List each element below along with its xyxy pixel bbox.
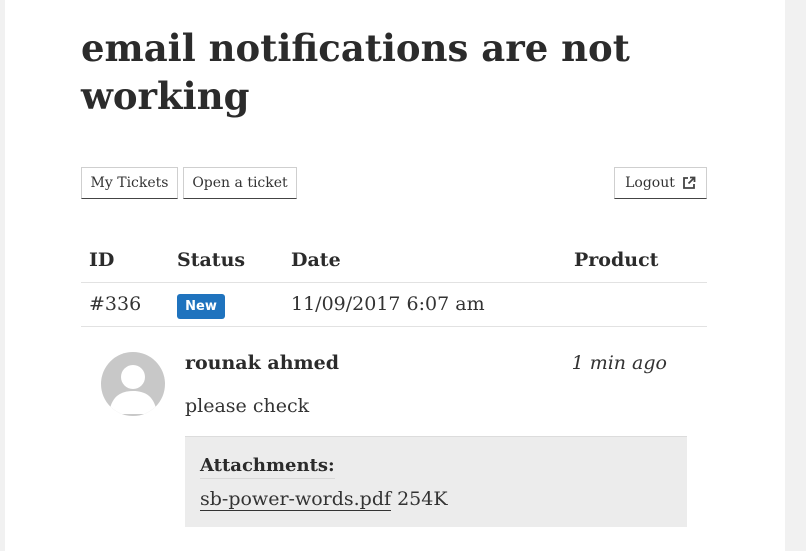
attachments-title: Attachments: [200, 455, 335, 479]
user-avatar-icon [101, 352, 165, 416]
reply-author: rounak ahmed [185, 352, 340, 374]
reply-message: please check [185, 395, 310, 417]
table-divider [81, 282, 707, 283]
attachment-size: 254K [397, 488, 448, 510]
logout-button[interactable]: Logout [614, 167, 707, 199]
reply-time: 1 min ago [571, 352, 667, 374]
table-divider [81, 326, 707, 327]
header-status: Status [177, 249, 246, 271]
ticket-id: #336 [89, 293, 142, 315]
logout-label: Logout [625, 175, 675, 191]
open-ticket-button[interactable]: Open a ticket [183, 167, 297, 199]
header-id: ID [89, 249, 115, 271]
attachment-link[interactable]: sb-power-words.pdf [200, 488, 392, 511]
ticket-page: email notifications are not working My T… [5, 0, 785, 551]
open-ticket-label: Open a ticket [192, 175, 288, 191]
my-tickets-label: My Tickets [90, 175, 169, 191]
header-product: Product [574, 249, 659, 271]
attachments-panel: Attachments: sb-power-words.pdf 254K [185, 436, 687, 527]
external-link-icon [682, 176, 696, 190]
header-date: Date [291, 249, 341, 271]
my-tickets-button[interactable]: My Tickets [81, 167, 178, 199]
status-badge: New [177, 294, 225, 319]
attachment-item: sb-power-words.pdf 254K [200, 488, 448, 511]
ticket-date: 11/09/2017 6:07 am [291, 293, 485, 315]
ticket-title: email notifications are not working [81, 26, 630, 118]
